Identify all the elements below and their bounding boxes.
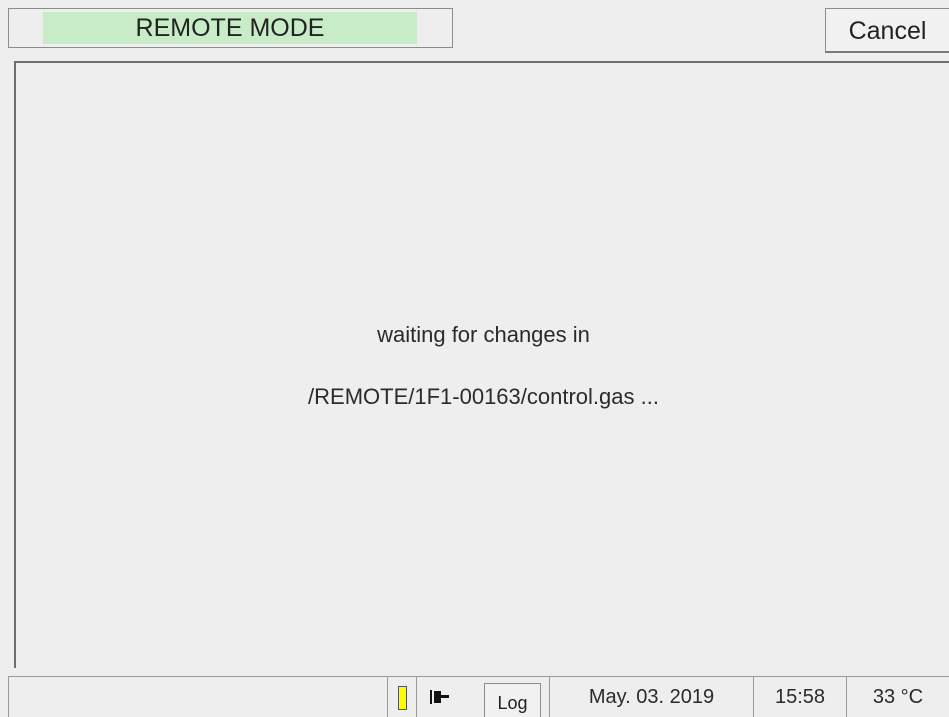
main-panel: waiting for changes in /REMOTE/1F1-00163… bbox=[14, 61, 949, 668]
temperature-display: 33 °C bbox=[846, 677, 949, 717]
time-display: 15:58 bbox=[753, 677, 846, 717]
log-button[interactable]: Log bbox=[484, 683, 541, 717]
status-bar: Log May. 03. 2019 15:58 33 °C bbox=[8, 676, 949, 717]
waiting-message: waiting for changes in bbox=[377, 322, 590, 347]
battery-icon bbox=[398, 686, 407, 710]
remote-mode-screen: REMOTE MODE Cancel waiting for changes i… bbox=[0, 0, 949, 717]
date-display: May. 03. 2019 bbox=[549, 677, 753, 717]
mode-indicator: REMOTE MODE bbox=[8, 8, 453, 48]
power-indicator bbox=[418, 677, 478, 717]
mode-label: REMOTE MODE bbox=[43, 12, 417, 44]
power-plug-icon bbox=[430, 690, 449, 704]
battery-indicator bbox=[387, 677, 417, 717]
watched-file-path: /REMOTE/1F1-00163/control.gas ... bbox=[308, 384, 659, 409]
status-message-area bbox=[8, 677, 387, 717]
cancel-button[interactable]: Cancel bbox=[825, 8, 949, 53]
